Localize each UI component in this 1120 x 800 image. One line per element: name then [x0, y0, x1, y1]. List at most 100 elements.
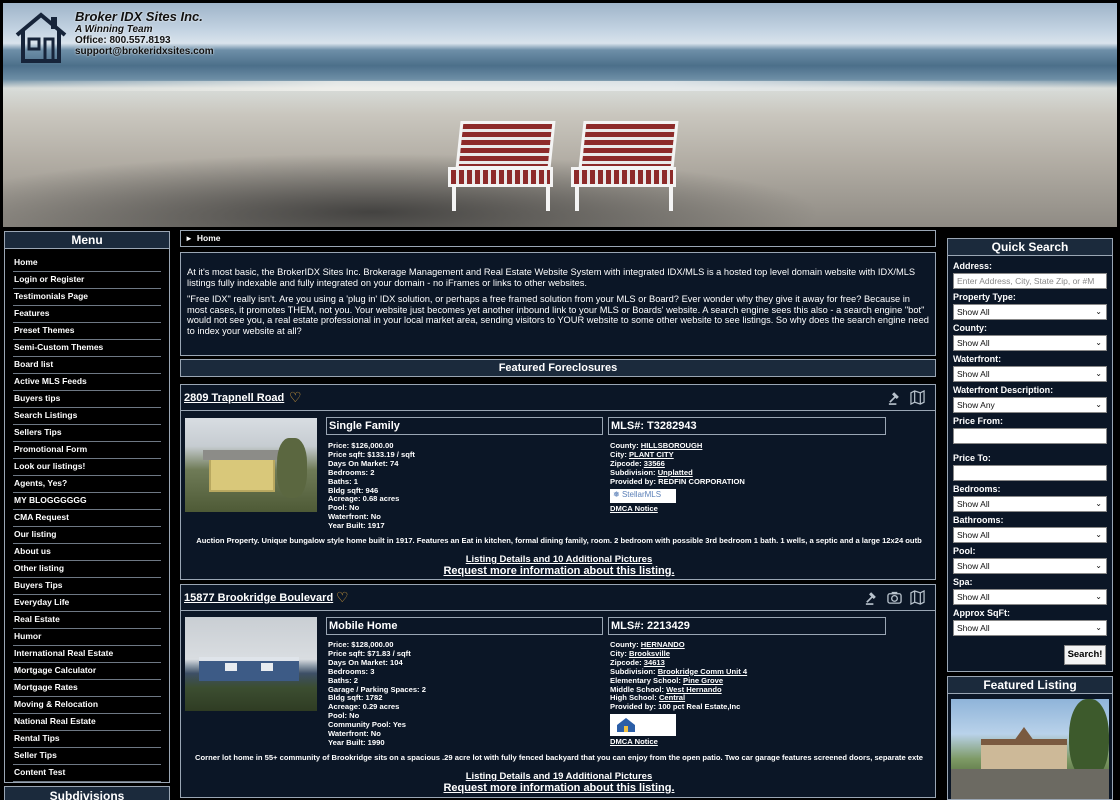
menu-item-look-our-listings[interactable]: Look our listings! — [13, 459, 161, 476]
geo-subdivision-link[interactable]: Unplatted — [658, 468, 693, 477]
menu-item-features[interactable]: Features — [13, 306, 161, 323]
bathrooms-label: Bathrooms: — [953, 515, 1004, 525]
menu-item-seller-tips[interactable]: Seller Tips — [13, 748, 161, 765]
menu-item-humor[interactable]: Humor — [13, 629, 161, 646]
menu-item-buyers-tips[interactable]: Buyers Tips — [13, 578, 161, 595]
quick-search-panel: Quick Search Address: Enter Address, Cit… — [947, 238, 1113, 672]
breadcrumb-home[interactable]: Home — [197, 233, 221, 243]
spa-label: Spa: — [953, 577, 973, 587]
gear-icon: ❅ — [613, 490, 620, 500]
menu-item-promotional-form[interactable]: Promotional Form — [13, 442, 161, 459]
brand-block[interactable]: Broker IDX Sites Inc. A Winning Team Off… — [13, 9, 214, 65]
geo-zip-link[interactable]: 34613 — [644, 658, 665, 667]
bedrooms-value: Show All — [957, 499, 990, 509]
menu-item-our-listing[interactable]: Our listing — [13, 527, 161, 544]
waterfront-description-label: Waterfront Description: — [953, 385, 1054, 395]
geo-elementary-link[interactable]: Pine Grove — [683, 676, 723, 685]
company-name: Broker IDX Sites Inc. — [75, 9, 203, 24]
sqft-value: Show All — [957, 623, 990, 633]
listing-details-link[interactable]: Listing Details and 10 Additional Pictur… — [181, 554, 937, 565]
geo-middle-link[interactable]: West Hernando — [666, 685, 722, 694]
geo-subdivision-link[interactable]: Brookridge Comm Unit 4 — [658, 667, 747, 676]
menu-item-mortgage-rates[interactable]: Mortgage Rates — [13, 680, 161, 697]
request-info-link[interactable]: Request more information about this list… — [181, 782, 937, 794]
menu-item-home[interactable]: Home — [13, 255, 161, 272]
menu-item-board-list[interactable]: Board list — [13, 357, 161, 374]
listing-details-link[interactable]: Listing Details and 19 Additional Pictur… — [181, 771, 937, 782]
chevron-down-icon: ⌄ — [1095, 400, 1102, 409]
dmca-notice-link[interactable]: DMCA Notice — [610, 504, 745, 514]
menu-item-about-us[interactable]: About us — [13, 544, 161, 561]
menu-item-real-estate[interactable]: Real Estate — [13, 612, 161, 629]
dmca-notice-link[interactable]: DMCA Notice — [610, 737, 747, 747]
menu-item-national-real-estate[interactable]: National Real Estate — [13, 714, 161, 731]
sqft-select[interactable]: Show All ⌄ — [953, 620, 1107, 636]
search-button[interactable]: Search! — [1064, 645, 1106, 665]
menu-item-semi-custom-themes[interactable]: Semi-Custom Themes — [13, 340, 161, 357]
menu-item-testimonials-page[interactable]: Testimonials Page — [13, 289, 161, 306]
geo-high-link[interactable]: Central — [659, 693, 685, 702]
menu-item-moving-relocation[interactable]: Moving & Relocation — [13, 697, 161, 714]
listing-photo[interactable] — [185, 418, 317, 512]
listing-photo[interactable] — [185, 617, 317, 711]
spa-select[interactable]: Show All ⌄ — [953, 589, 1107, 605]
price-from-input[interactable] — [953, 428, 1107, 444]
auction-gavel-icon[interactable] — [864, 590, 879, 605]
menu-item-login-or-register[interactable]: Login or Register — [13, 272, 161, 289]
menu-item-buyers-tips[interactable]: Buyers tips — [13, 391, 161, 408]
geo-county-link[interactable]: HERNANDO — [641, 640, 685, 649]
heart-icon[interactable]: ♡ — [289, 389, 302, 406]
property-type-label: Property Type: — [953, 292, 1016, 302]
featured-listing-title: Featured Listing — [948, 677, 1112, 694]
geo-zip-label: Zipcode: — [610, 657, 644, 667]
waterfront-label: Waterfront: — [953, 354, 1002, 364]
geo-city-link[interactable]: PLANT CITY — [629, 450, 674, 459]
pool-select[interactable]: Show All ⌄ — [953, 558, 1107, 574]
menu-item-search-listings[interactable]: Search Listings — [13, 408, 161, 425]
bathrooms-select[interactable]: Show All ⌄ — [953, 527, 1107, 543]
listing-card: 2809 Trapnell Road ♡ Single Family MLS#:… — [180, 384, 936, 580]
menu-item-mortgage-calculator[interactable]: Mortgage Calculator — [13, 663, 161, 680]
listing-card: 15877 Brookridge Boulevard ♡ Mobile Home… — [180, 584, 936, 798]
menu-item-other-listing[interactable]: Other listing — [13, 561, 161, 578]
menu-item-everyday-life[interactable]: Everyday Life — [13, 595, 161, 612]
heart-icon[interactable]: ♡ — [336, 589, 349, 606]
menu-item-active-mls-feeds[interactable]: Active MLS Feeds — [13, 374, 161, 391]
listing-geo: County: HILLSBOROUGH City: PLANT CITY Zi… — [610, 441, 745, 514]
address-input[interactable]: Enter Address, City, State Zip, or #M — [953, 273, 1107, 289]
menu-item-agents-yes[interactable]: Agents, Yes? — [13, 476, 161, 493]
menu-item-rental-tips[interactable]: Rental Tips — [13, 731, 161, 748]
menu-item-preset-themes[interactable]: Preset Themes — [13, 323, 161, 340]
listing-address-link[interactable]: 15877 Brookridge Boulevard — [184, 592, 333, 604]
county-select[interactable]: Show All ⌄ — [953, 335, 1107, 351]
menu-item-cma-request[interactable]: CMA Request — [13, 510, 161, 527]
map-icon[interactable] — [910, 390, 925, 405]
geo-county-link[interactable]: HILLSBOROUGH — [641, 441, 703, 450]
county-label: County: — [953, 323, 987, 333]
banner-shadow — [3, 153, 823, 227]
camera-icon[interactable] — [887, 590, 902, 605]
geo-city-label: City: — [610, 648, 629, 658]
menu-item-sellers-tips[interactable]: Sellers Tips — [13, 425, 161, 442]
featured-listing-photo[interactable] — [951, 699, 1109, 799]
property-type-select[interactable]: Show All ⌄ — [953, 304, 1107, 320]
pool-label: Pool: — [953, 546, 976, 556]
price-to-input[interactable] — [953, 465, 1107, 481]
waterfront-description-select[interactable]: Show Any ⌄ — [953, 397, 1107, 413]
auction-gavel-icon[interactable] — [887, 390, 902, 405]
pool-value: Show All — [957, 561, 990, 571]
geo-city-link[interactable]: Brooksville — [629, 649, 670, 658]
request-info-link[interactable]: Request more information about this list… — [181, 565, 937, 577]
support-email[interactable]: support@brokeridxsites.com — [75, 46, 214, 57]
waterfront-select[interactable]: Show All ⌄ — [953, 366, 1107, 382]
menu-item-content-test[interactable]: Content Test — [13, 765, 161, 782]
map-icon[interactable] — [910, 590, 925, 605]
geo-middle-label: Middle School: — [610, 684, 667, 694]
menu-item-my-blogggggg[interactable]: MY BLOGGGGGG — [13, 493, 161, 510]
geo-zip-link[interactable]: 33566 — [644, 459, 665, 468]
subdivisions-title[interactable]: Subdivisions — [4, 786, 170, 800]
geo-subdivision-label: Subdivision: — [610, 467, 658, 477]
menu-item-international-real-estate[interactable]: International Real Estate — [13, 646, 161, 663]
listing-address-link[interactable]: 2809 Trapnell Road — [184, 392, 284, 404]
bedrooms-select[interactable]: Show All ⌄ — [953, 496, 1107, 512]
